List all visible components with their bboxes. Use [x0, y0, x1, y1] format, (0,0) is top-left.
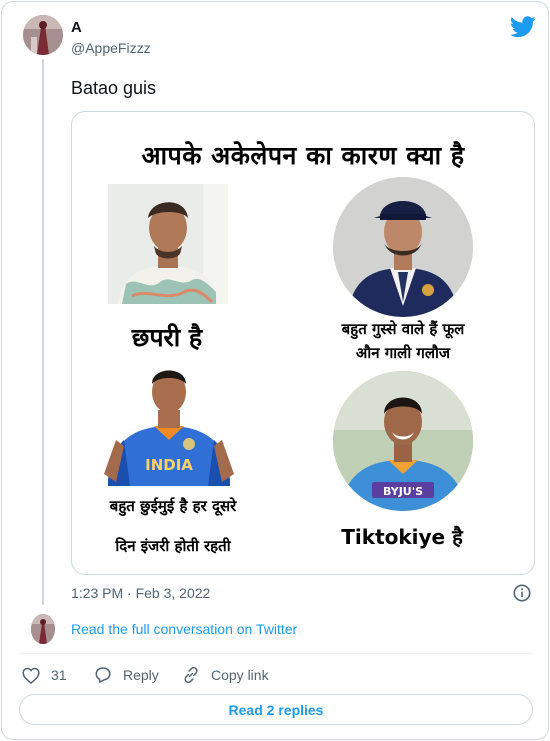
- player-photo-3: INDIA: [94, 354, 244, 486]
- info-icon[interactable]: [513, 584, 531, 602]
- read-conversation-link[interactable]: Read the full conversation on Twitter: [71, 621, 297, 638]
- reply-icon: [95, 667, 111, 683]
- caption-2: बहुत गुस्से वाले हैं फूल: [341, 320, 465, 338]
- conversation-avatar[interactable]: [31, 614, 55, 644]
- tweet-image[interactable]: आपके अकेलेपन का कारण क्या है छपरी है बहु…: [71, 111, 535, 575]
- reply-button[interactable]: Reply: [94, 665, 159, 685]
- heart-icon: [22, 667, 40, 684]
- caption-1: छपरी है: [131, 323, 203, 352]
- divider: [19, 653, 533, 654]
- author-avatar[interactable]: [23, 15, 63, 55]
- tweet-card: A @AppeFizzz Batao guis आपके अकेलेपन का …: [1, 1, 549, 740]
- player-photo-1: [108, 184, 228, 304]
- player-photo-4: BYJU'S: [332, 370, 474, 512]
- read-replies-button[interactable]: Read 2 replies: [19, 694, 533, 725]
- caption-6: Tiktokiye है: [341, 525, 463, 549]
- like-button[interactable]: 31: [22, 665, 67, 685]
- link-icon: [184, 666, 198, 684]
- twitter-bird-icon[interactable]: [510, 16, 536, 38]
- sponsor-text: BYJU'S: [383, 485, 423, 498]
- copy-link-label: Copy link: [211, 667, 269, 683]
- copy-link-button[interactable]: Copy link: [182, 665, 269, 685]
- tweet-text: Batao guis: [71, 78, 157, 98]
- reply-label: Reply: [123, 667, 159, 683]
- meme-title: आपके अकेलेपन का कारण क्या है: [141, 141, 465, 170]
- like-count: 31: [51, 667, 67, 683]
- author-name[interactable]: A: [71, 19, 82, 37]
- caption-4: बहुत छुईमुई है हर दूसरे: [109, 497, 237, 515]
- jersey-text: INDIA: [145, 456, 193, 474]
- tweet-timestamp[interactable]: 1:23 PM · Feb 3, 2022: [71, 585, 210, 602]
- thread-line: [42, 59, 44, 605]
- player-photo-2: [332, 176, 474, 318]
- author-handle[interactable]: @AppeFizzz: [71, 40, 151, 57]
- caption-5: दिन इंजरी होती रहती: [115, 537, 231, 555]
- caption-3: औन गाली गलौज: [355, 344, 451, 362]
